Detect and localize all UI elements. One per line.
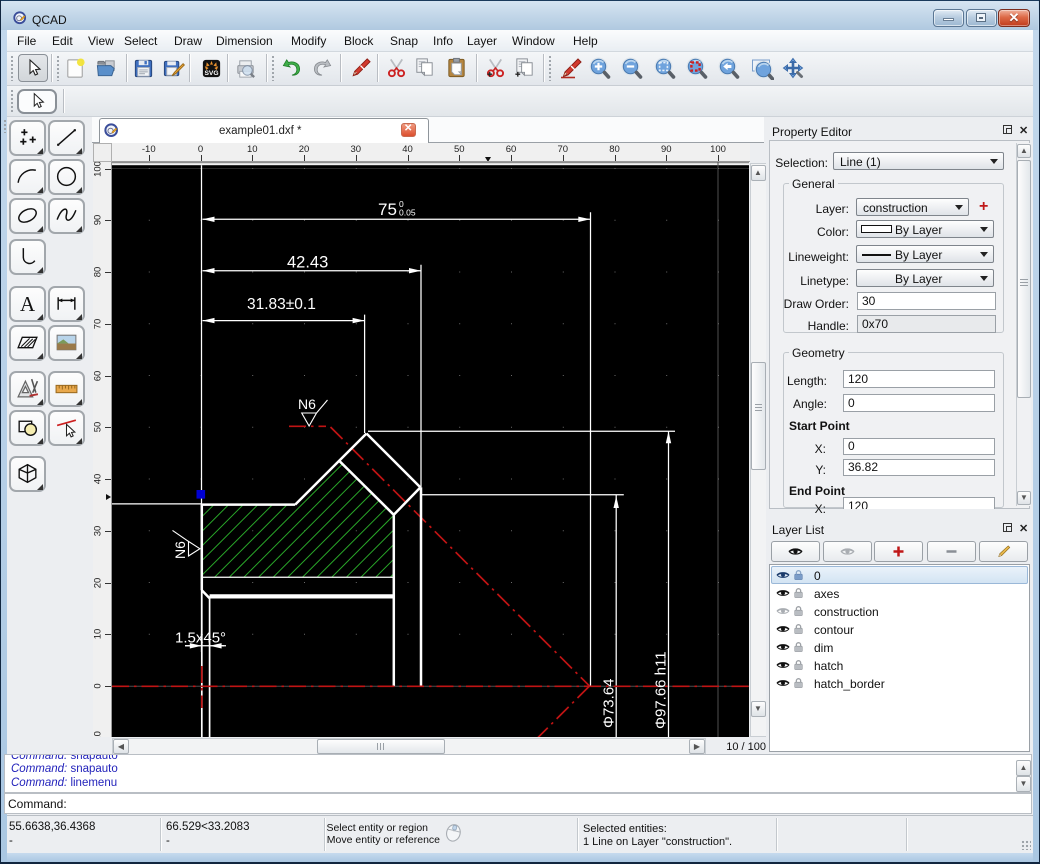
svg-text:1.5x45°: 1.5x45° xyxy=(175,630,226,647)
svg-text:N6: N6 xyxy=(172,541,188,559)
svg-text:Φ97.66 h11: Φ97.66 h11 xyxy=(653,651,670,729)
svg-text:42.43: 42.43 xyxy=(287,254,328,272)
svg-text:N6: N6 xyxy=(298,396,316,412)
svg-text:Φ73.64: Φ73.64 xyxy=(601,678,618,728)
svg-text:0.05: 0.05 xyxy=(399,208,416,218)
svg-text:SVG: SVG xyxy=(204,70,218,77)
svg-text:75: 75 xyxy=(378,200,397,219)
svg-text:A: A xyxy=(20,292,35,316)
svg-text:31.83±0.1: 31.83±0.1 xyxy=(247,296,316,313)
